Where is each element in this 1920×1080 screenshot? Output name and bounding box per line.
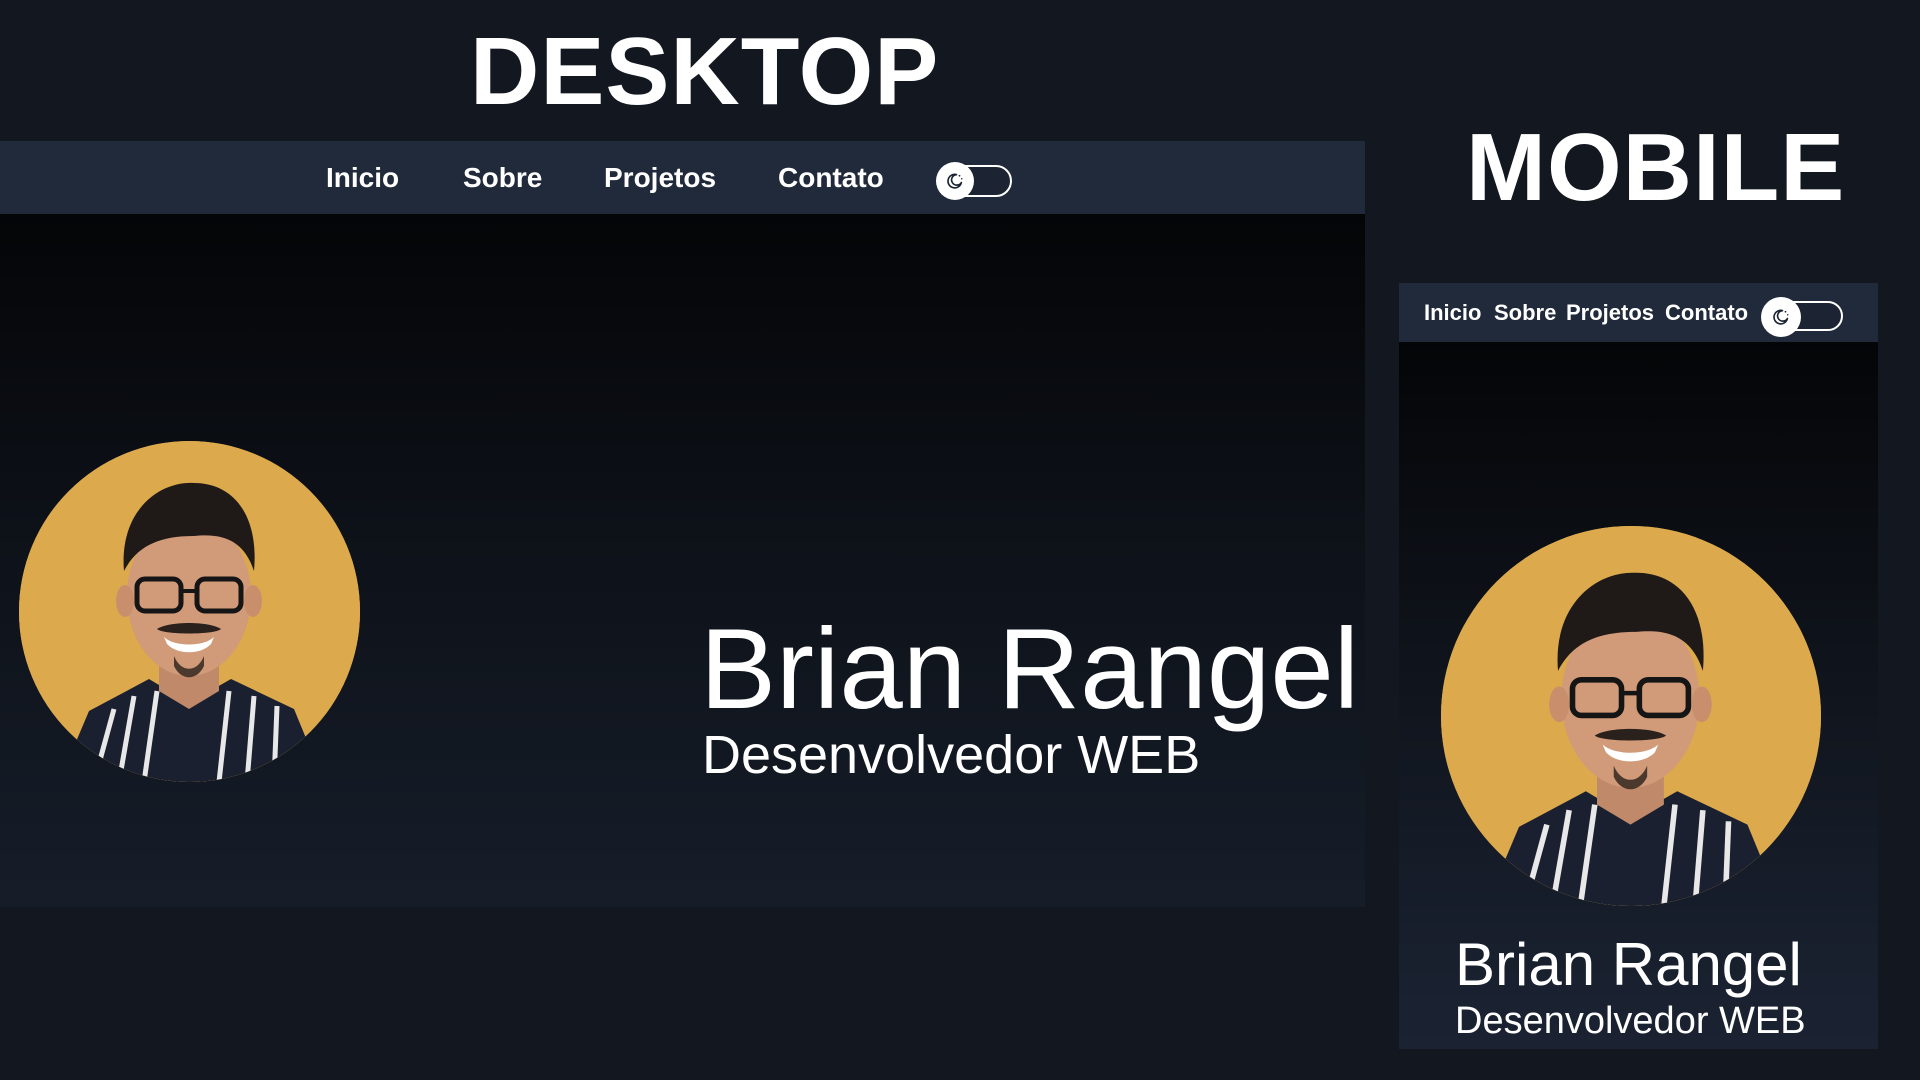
hero-role: Desenvolvedor WEB bbox=[702, 725, 1201, 785]
profile-avatar bbox=[19, 441, 360, 782]
nav-link-contato[interactable]: Contato bbox=[778, 141, 884, 214]
toggle-knob bbox=[1761, 297, 1801, 337]
desktop-section-label: DESKTOP bbox=[470, 18, 940, 125]
nav-link-sobre[interactable]: Sobre bbox=[463, 141, 542, 214]
profile-photo bbox=[1441, 526, 1821, 906]
profile-photo bbox=[19, 441, 360, 782]
hero-name: Brian Rangel bbox=[1455, 931, 1802, 998]
nav-link-projetos[interactable]: Projetos bbox=[1566, 283, 1654, 342]
nav-link-projetos[interactable]: Projetos bbox=[604, 141, 716, 214]
mobile-preview: Inicio Sobre Projetos Contato Brian Rang… bbox=[1399, 283, 1878, 1049]
nav-link-inicio[interactable]: Inicio bbox=[1424, 283, 1481, 342]
mobile-hero: Brian Rangel Desenvolvedor WEB bbox=[1399, 342, 1878, 1049]
mobile-section-label: MOBILE bbox=[1466, 114, 1846, 221]
mobile-navbar: Inicio Sobre Projetos Contato bbox=[1399, 283, 1878, 342]
theme-toggle[interactable] bbox=[1761, 297, 1843, 337]
hero-role: Desenvolvedor WEB bbox=[1455, 1000, 1806, 1042]
moon-icon bbox=[1773, 309, 1789, 325]
nav-link-sobre[interactable]: Sobre bbox=[1494, 283, 1556, 342]
theme-toggle[interactable] bbox=[936, 162, 1012, 200]
moon-icon bbox=[947, 173, 963, 189]
desktop-navbar: Inicio Sobre Projetos Contato bbox=[0, 141, 1365, 214]
toggle-knob bbox=[936, 162, 974, 200]
nav-link-contato[interactable]: Contato bbox=[1665, 283, 1748, 342]
nav-link-inicio[interactable]: Inicio bbox=[326, 141, 399, 214]
profile-avatar bbox=[1441, 526, 1821, 906]
hero-name: Brian Rangel bbox=[700, 606, 1360, 733]
